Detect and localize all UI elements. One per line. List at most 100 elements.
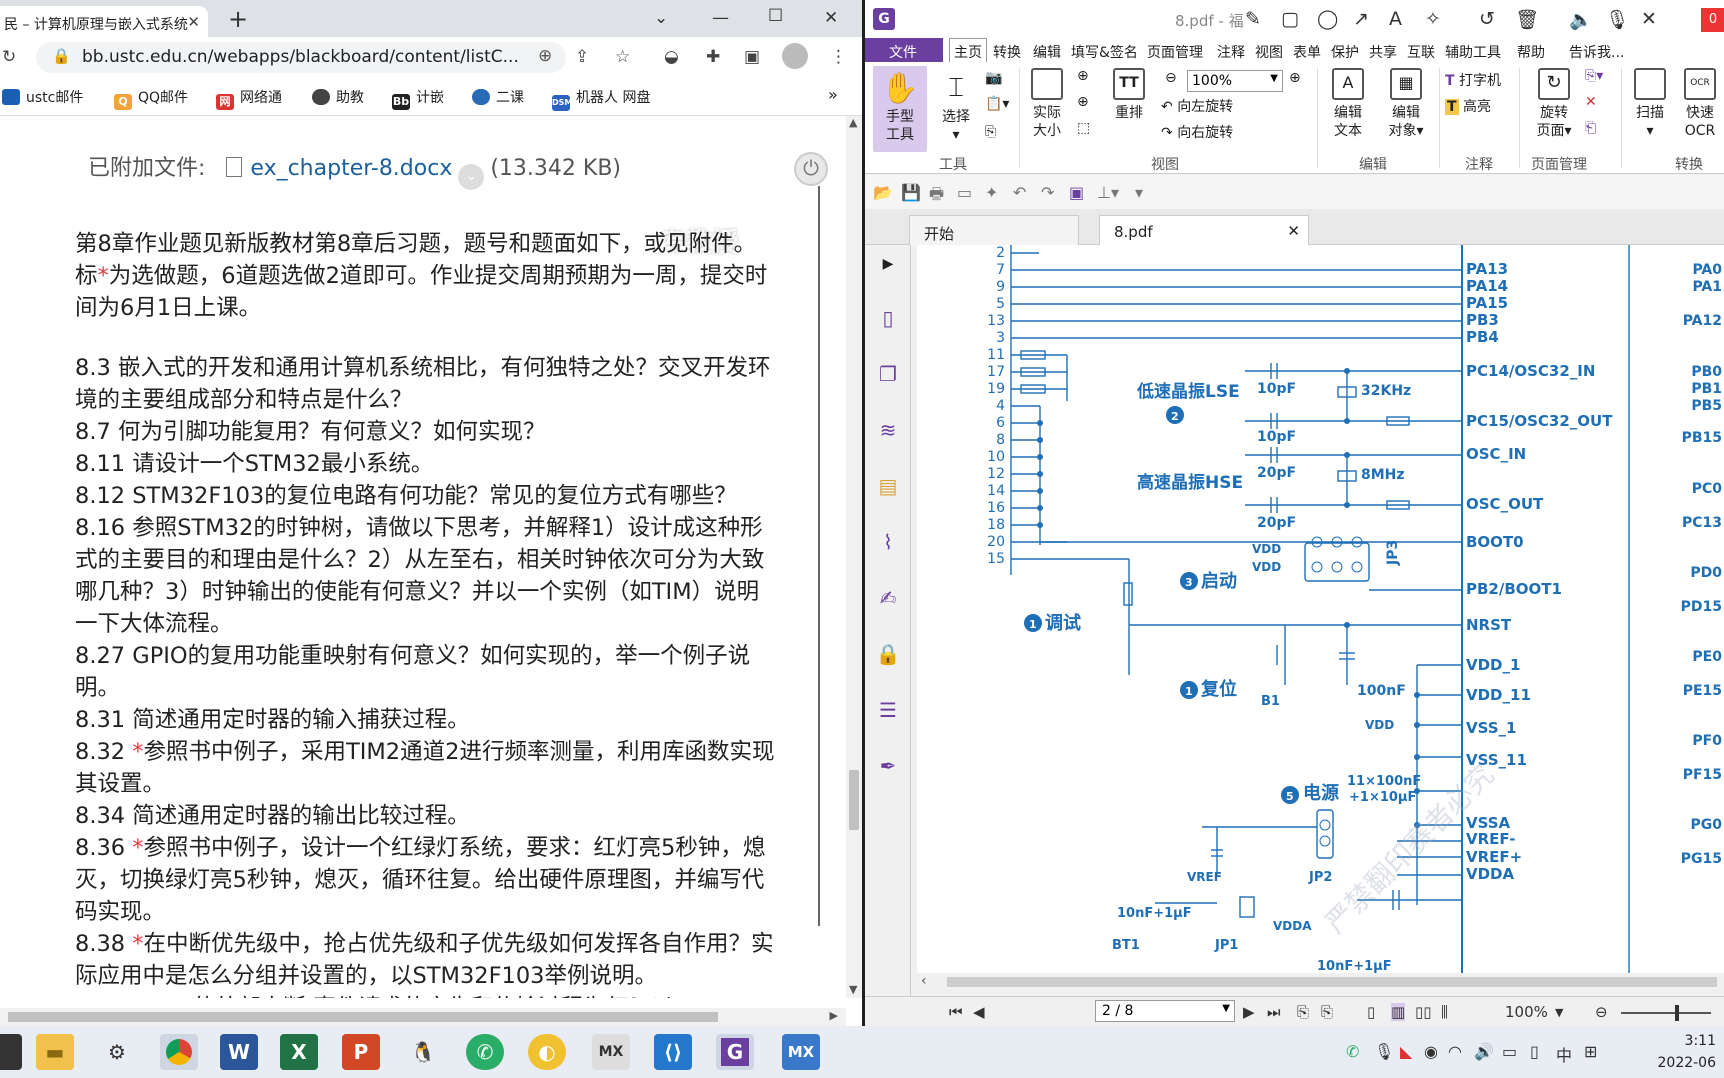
open-folder-icon[interactable]: 📂 <box>873 183 893 202</box>
zoom-slider-knob[interactable] <box>1675 1005 1679 1021</box>
zoom-out-icon[interactable]: ⊖ <box>1165 70 1177 86</box>
tencent-icon[interactable]: ◐ <box>528 1034 566 1070</box>
storage-icon[interactable]: ▯ <box>1530 1042 1539 1061</box>
vscode-icon[interactable]: ⟨⟩ <box>654 1034 692 1070</box>
save-icon[interactable]: 💾 <box>901 183 921 202</box>
tab-start[interactable]: 开始 <box>909 215 1079 245</box>
scroll-up-icon[interactable]: ▲ <box>849 116 857 129</box>
next-view-icon[interactable]: ⎘ <box>1321 1003 1333 1021</box>
close-tab-icon[interactable]: ✕ <box>187 13 200 31</box>
profile-avatar[interactable] <box>782 43 808 69</box>
reload-icon[interactable]: ↻ <box>2 47 16 67</box>
browser-tab[interactable]: 民 – 计算机原理与嵌入式系统 ✕ <box>0 6 208 37</box>
bookmark-robot-drive[interactable]: DSM 机器人 网盘 <box>552 87 650 111</box>
close-window-button[interactable]: ✕ <box>824 8 838 28</box>
horizontal-scrollbar[interactable]: ▶ <box>0 1008 846 1026</box>
undo-icon[interactable]: ↺ <box>1479 8 1495 30</box>
bookmark-star-icon[interactable]: ☆ <box>615 47 630 67</box>
h-scroll-thumb[interactable] <box>8 1012 718 1022</box>
ime-indicator[interactable]: 中 <box>1556 1042 1572 1066</box>
rectangle-icon[interactable]: ▢ <box>1281 8 1299 30</box>
powerpoint-icon[interactable]: P <box>342 1034 380 1070</box>
menu-home[interactable]: 主页 <box>949 38 987 62</box>
zoom-status[interactable]: 100% <box>1505 1003 1548 1021</box>
settings-gear-icon[interactable]: ⚙ <box>98 1034 136 1070</box>
zoom-minus-icon[interactable]: ⊖ <box>1595 1003 1608 1021</box>
address-bar[interactable]: 🔒 bb.ustc.edu.cn/webapps/blackboard/cont… <box>36 42 566 73</box>
extension-mask-icon[interactable]: ◒ <box>664 47 679 67</box>
security-tray-icon[interactable]: ◉ <box>1424 1042 1438 1061</box>
highlight-button[interactable]: T 高亮 <box>1445 96 1491 116</box>
first-page-icon[interactable]: ⏮ <box>949 1003 963 1021</box>
pen-icon[interactable]: ✎ <box>1245 8 1261 30</box>
new-doc-icon[interactable]: ✦ <box>985 183 998 202</box>
scroll-thumb[interactable] <box>849 770 859 830</box>
chrome-icon[interactable] <box>160 1034 198 1070</box>
fit-page-icon[interactable]: ⊕ <box>1077 68 1089 84</box>
bookmark-network[interactable]: 网网络通 <box>216 87 282 110</box>
form-fields-icon[interactable]: ☰ <box>875 697 901 723</box>
zoom-combo[interactable]: 100% ▼ <box>1187 70 1283 92</box>
menu-comment[interactable]: 注释 <box>1217 42 1245 62</box>
circle-icon[interactable]: ◯ <box>1317 8 1338 30</box>
arrow-icon[interactable]: ↗ <box>1353 8 1369 30</box>
mx-tool-icon[interactable]: MX <box>592 1034 630 1070</box>
insert-page-icon[interactable]: ⎘▾ <box>1585 68 1603 84</box>
delete-icon[interactable]: 🗑 <box>1515 8 1539 31</box>
zoom-icon[interactable]: ⊕ <box>534 46 557 66</box>
zoom-in-icon[interactable]: ⊕ <box>1289 70 1301 86</box>
zoom-slider[interactable] <box>1621 1005 1711 1021</box>
delete-page-icon[interactable]: ✕ <box>1585 94 1597 110</box>
pdf-page-view[interactable]: 2 7 9 5 13 3 11 17 19 4 6 8 10 12 14 16 18 20 15 PA13 PA14 P… <box>917 245 1724 973</box>
redo-small-icon[interactable]: ↷ <box>1041 183 1054 202</box>
save-as-icon[interactable]: ▣ <box>1069 183 1084 202</box>
menu-dots-icon[interactable]: ⋮ <box>830 47 847 67</box>
rotate-left-button[interactable]: ↶ 向左旋转 <box>1161 96 1233 116</box>
typewriter-button[interactable]: T 打字机 <box>1445 70 1501 90</box>
wifi-icon[interactable]: ◠ <box>1448 1042 1462 1061</box>
pdf-h-scrollbar[interactable]: ‹ <box>917 973 1724 991</box>
volume-icon[interactable]: 🔊 <box>1474 1042 1494 1061</box>
menu-edit[interactable]: 编辑 <box>1033 42 1061 62</box>
snapshot-icon[interactable]: 📷 <box>985 70 1002 86</box>
magic-wand-icon[interactable]: ✧ <box>1425 8 1441 30</box>
wechat-tray-icon[interactable]: ✆ <box>1346 1042 1359 1061</box>
word-icon[interactable]: W <box>220 1034 258 1070</box>
actual-size-button[interactable]: 实际 大小 <box>1025 68 1069 140</box>
menu-connect[interactable]: 互联 <box>1407 42 1435 62</box>
mic-tray-icon[interactable]: 🎙 <box>1374 1042 1394 1061</box>
bookmark-second-class[interactable]: 二课 <box>472 87 524 107</box>
bookmark-qq-mail[interactable]: Q QQ邮件 <box>114 87 188 110</box>
scanner-small-icon[interactable]: ▭ <box>957 183 972 202</box>
bookmark-embedded[interactable]: Bb 计嵌 <box>392 87 444 110</box>
print-icon[interactable]: 🖶 <box>929 183 944 210</box>
excel-icon[interactable]: X <box>280 1034 318 1070</box>
undo-small-icon[interactable]: ↶ <box>1013 183 1026 202</box>
tab-search-icon[interactable]: ⌄ <box>654 8 668 28</box>
attachment-link[interactable]: ex_chapter-8.docx <box>250 156 452 181</box>
text-icon[interactable]: A <box>1389 8 1402 30</box>
page-number-box[interactable]: 2 / 8 ▼ <box>1095 1000 1235 1022</box>
reflow-button[interactable]: TT 重排 <box>1107 68 1151 122</box>
zoom-dropdown-icon[interactable]: ▼ <box>1555 1006 1563 1019</box>
chevron-down-icon[interactable]: ⌄ <box>458 164 485 190</box>
attachment-icon[interactable]: ⌇ <box>875 529 901 555</box>
menu-help[interactable]: 帮助 <box>1517 42 1545 62</box>
close-icon[interactable]: ✕ <box>1287 222 1300 240</box>
power-icon[interactable]: ⏻ <box>794 152 828 186</box>
new-tab-button[interactable]: + <box>228 5 248 33</box>
clock[interactable]: 3:11 2022-06 <box>1658 1030 1717 1074</box>
start-button[interactable] <box>0 1034 22 1070</box>
scroll-down-icon[interactable]: ▼ <box>849 983 857 996</box>
speaker-icon[interactable]: 🔈 <box>1569 8 1593 31</box>
bookmark-ustc-mail[interactable]: ustc邮件 <box>2 87 83 107</box>
app-tray-icon[interactable]: ◣ <box>1400 1042 1412 1061</box>
qq-icon[interactable]: 🐧 <box>404 1034 442 1070</box>
record-badge[interactable]: 0 <box>1701 8 1724 32</box>
thumbnails-icon[interactable]: ❐ <box>875 361 901 387</box>
layers-icon[interactable]: ≋ <box>875 417 901 443</box>
last-page-icon[interactable]: ⏭ <box>1267 1003 1281 1021</box>
more-bookmarks-button[interactable]: » <box>828 85 838 104</box>
tab-8pdf[interactable]: 8.pdf ✕ <box>1099 215 1309 245</box>
rotate-page-button[interactable]: ↻ 旋转 页面▾ <box>1529 68 1579 140</box>
